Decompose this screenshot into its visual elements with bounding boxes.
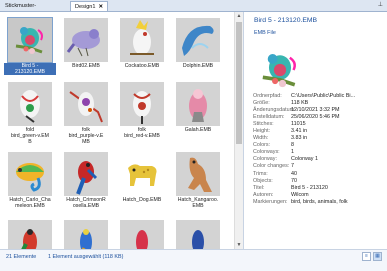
- design-thumbnail: [176, 220, 220, 249]
- property-row: Markierungen: bird, birds, animals, folk: [253, 199, 385, 206]
- property-row: Ordnerpfad: C:\Users\Public\Public Bi...: [253, 93, 385, 100]
- pin-icon[interactable]: ⊥: [378, 1, 383, 8]
- gallery-item-label: Galah.EMB: [184, 127, 212, 133]
- gallery-item-label: Hatch_CrimsonR osella.EMB: [66, 197, 106, 210]
- property-row: Änderungsdatum: 12/10/2021 3:32 PM: [253, 107, 385, 114]
- design-thumbnail: [8, 152, 52, 196]
- property-row: Erstelldatum: 25/06/2020 5:46 PM: [253, 114, 385, 121]
- property-row: Colors: 8: [253, 142, 385, 149]
- gallery-item-label: Cockatoo.EMB: [124, 63, 160, 69]
- gallery-item-label: Dolphin.EMB: [182, 63, 214, 69]
- design-thumbnail: [64, 82, 108, 126]
- property-key: Trims:: [253, 170, 268, 177]
- tab-close-icon[interactable]: ✕: [99, 4, 104, 10]
- gallery-item-label: Bird 5 - 213120.EMB: [4, 63, 56, 76]
- property-value: 1: [291, 149, 294, 156]
- property-key: Titel:: [253, 184, 265, 191]
- property-row: Trims: 40: [253, 171, 385, 178]
- property-value: 40: [291, 170, 297, 177]
- gallery-item-label: Hatch_Carlo_Cha meleon.EMB: [9, 197, 51, 210]
- property-value: 3.83 in: [291, 135, 308, 142]
- design-thumbnail: [176, 18, 220, 62]
- scrollbar-thumb[interactable]: [236, 22, 242, 144]
- preview-pane: Bird 5 - 213120.EMB EMB File Ordnerpfad:…: [243, 12, 387, 262]
- property-key: Stitches:: [253, 121, 274, 128]
- property-value: 25/06/2020 5:46 PM: [291, 114, 340, 121]
- scroll-down-icon[interactable]: ▼: [235, 241, 243, 249]
- property-value: 70: [291, 177, 297, 184]
- scroll-up-icon[interactable]: ▲: [235, 12, 243, 20]
- property-value: 7: [291, 163, 294, 170]
- design-thumbnail: [64, 18, 108, 62]
- property-row: Stitches: 11015: [253, 121, 385, 128]
- gallery-item-label: folk bird_purple-v.E MB: [68, 127, 104, 146]
- design-thumbnail: [176, 152, 220, 196]
- property-row: Autoren: Wilcom: [253, 192, 385, 199]
- property-value: Colorway 1: [291, 156, 318, 163]
- design-thumbnail: [8, 82, 52, 126]
- design-thumbnail: [8, 220, 52, 249]
- tab-label: Design1: [75, 4, 96, 10]
- property-value: bird, birds, animals, folk: [291, 198, 348, 205]
- property-key: Objects:: [253, 177, 273, 184]
- tab-stickmuster-bibliothek[interactable]: Stickmuster-Bibliothek✕: [1, 1, 67, 19]
- property-row: Width: 3.83 in: [253, 135, 385, 142]
- selection-info: 1 Element ausgewählt (118 KB): [48, 254, 124, 260]
- document-tab-bar: Stickmuster-Bibliothek✕ Design1✕ ⊥: [0, 0, 387, 19]
- gallery-item-label: Hatch_Dog.EMB: [122, 197, 162, 203]
- property-row: Colorways: 1: [253, 149, 385, 156]
- property-row: Color changes: 7: [253, 163, 385, 170]
- design-thumbnail: [176, 82, 220, 126]
- design-thumbnail: [120, 82, 164, 126]
- property-key: Autoren:: [253, 191, 274, 198]
- gallery-item-label: folk bird_red-v.EMB: [124, 127, 160, 140]
- gallery-item-label: fold bird_green-v.EM B: [11, 127, 49, 146]
- property-key: Markierungen:: [253, 198, 288, 205]
- property-key: Ordnerpfad:: [253, 93, 282, 99]
- design-thumbnail: [120, 18, 164, 62]
- design-thumbnail: [64, 152, 108, 196]
- preview-title: Bird 5 - 213120.EMB: [254, 17, 318, 24]
- property-row: Colorway: Colorway 1: [253, 156, 385, 163]
- gallery-scrollbar[interactable]: ▲ ▼: [234, 12, 243, 249]
- design-thumbnail: [7, 17, 53, 63]
- property-key: Änderungsdatum:: [253, 107, 296, 114]
- property-value: 12/10/2021 3:32 PM: [291, 107, 340, 114]
- property-value: 11015: [291, 121, 306, 128]
- preview-file-type: EMB File: [254, 30, 276, 36]
- property-key: Colorway:: [253, 156, 277, 163]
- property-value: 3.41 in: [291, 128, 308, 135]
- property-value: C:\Users\Public\Public Bi...: [291, 93, 356, 99]
- design-thumbnail: [120, 220, 164, 249]
- design-thumbnail: [64, 220, 108, 249]
- property-list: Ordnerpfad: C:\Users\Public\Public Bi... …: [253, 93, 385, 206]
- property-key: Height:: [253, 128, 271, 135]
- property-key: Width:: [253, 135, 269, 142]
- property-value: Bird 5 - 213120: [291, 184, 328, 191]
- design-gallery: Bird 5 - 213120.EMB Bird02.EMB Cockatoo.…: [0, 12, 233, 249]
- property-row: Objects: 70: [253, 178, 385, 185]
- gallery-item-label: Hatch_Kangaroo. EMB: [177, 197, 219, 210]
- property-key: Colors:: [253, 142, 271, 149]
- thumbnail-view-icon[interactable]: ▦: [373, 252, 382, 261]
- preview-image: [253, 41, 307, 99]
- status-bar: 21 Elemente 1 Element ausgewählt (118 KB…: [0, 249, 387, 271]
- property-value: Wilcom: [291, 191, 309, 198]
- item-count: 21 Elemente: [6, 254, 37, 260]
- property-row: Titel: Bird 5 - 213120: [253, 185, 385, 192]
- property-key: Color changes:: [253, 163, 290, 170]
- property-value: 8: [291, 142, 294, 149]
- property-key: Colorways:: [253, 149, 280, 156]
- property-key: Erstelldatum:: [253, 114, 285, 121]
- gallery-item-label: Bird02.EMB: [72, 63, 100, 69]
- property-row: Height: 3.41 in: [253, 128, 385, 135]
- details-view-icon[interactable]: ≡: [362, 252, 371, 261]
- tab-design1[interactable]: Design1 ✕: [70, 1, 108, 11]
- design-thumbnail: [120, 152, 164, 196]
